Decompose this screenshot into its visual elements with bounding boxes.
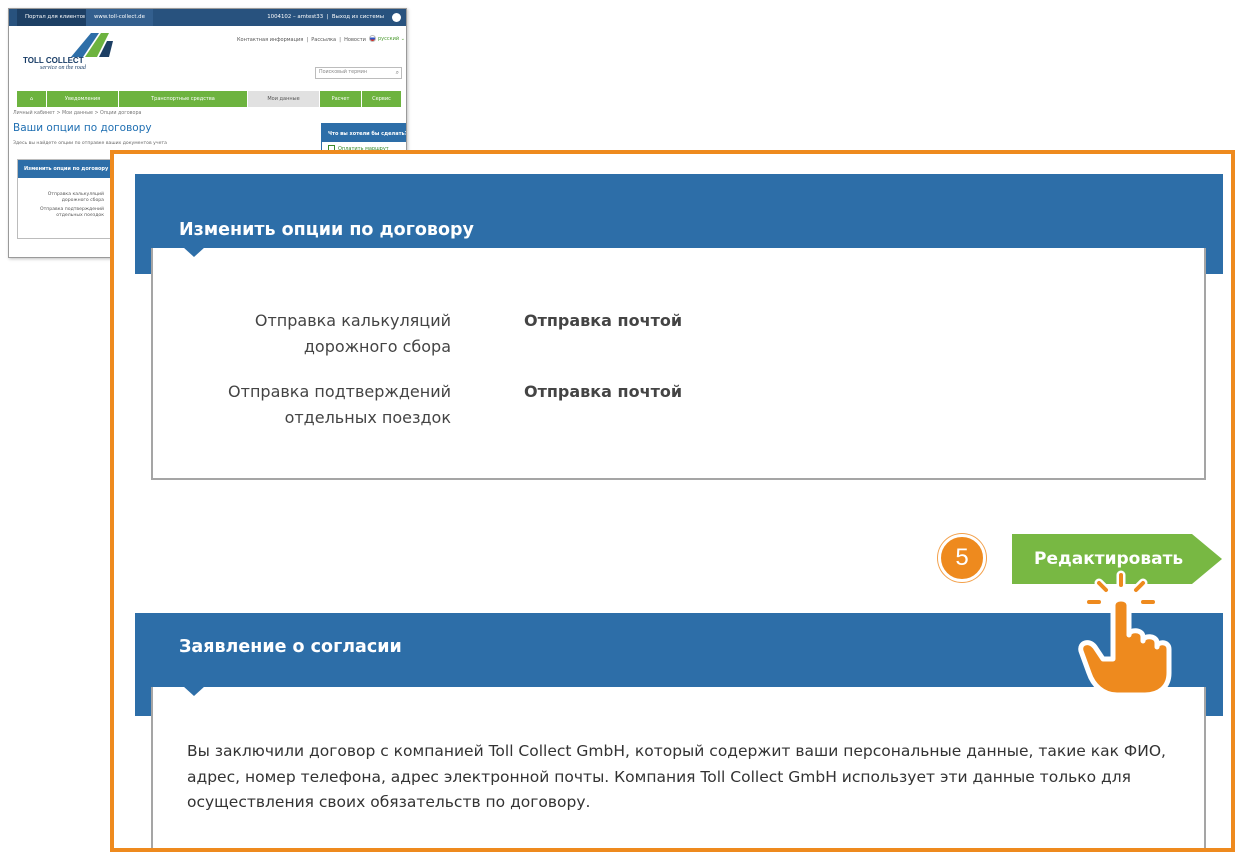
site-tab[interactable]: www.toll-collect.de [85,9,153,26]
step-number-badge: 5 [938,534,986,582]
zoom-callout: Изменить опции по договору Отправка каль… [110,150,1235,852]
sidebar-title: Что вы хотели бы сделать? [322,124,406,142]
section-title: Изменить опции по договору [179,220,474,240]
contact-link[interactable]: Контактная информация [237,37,303,43]
logo-tagline: service on the road [40,65,86,71]
consent-text: Вы заключили договор с компанией Toll Co… [187,742,1166,811]
nav-service[interactable]: Сервис [362,91,402,107]
option-label-line: отдельных поездок [284,408,451,427]
newsletter-link[interactable]: Рассылка [311,37,336,43]
home-nav-icon[interactable]: ⌂ [17,91,47,107]
portal-tab[interactable]: Портал для клиентов [17,9,95,26]
option-value: Отправка почтой [524,382,683,401]
box-line: отдельных поездок [56,213,104,218]
search-input[interactable]: Поисковый термин ⌕ [315,67,402,79]
option-label: Отправка подтверждений отдельных поездок [191,379,451,431]
main-nav: ⌂ Уведомления Транспортные средства Мои … [17,91,402,107]
header-links: Контактная информация | Рассылка | Новос… [237,37,366,43]
logo-name: TOLL COLLECT [23,56,84,65]
nav-my-data[interactable]: Мои данные [248,91,320,107]
breadcrumb: Личный кабинет > Мои данные > Опции дого… [13,111,142,116]
option-label-line: дорожного сбора [303,337,451,356]
user-icon[interactable] [392,13,401,22]
toll-collect-logo-icon [71,33,113,57]
option-value: Отправка почтой [524,311,683,330]
page-subtitle: Здесь вы найдете опции по отправке ваших… [13,141,167,146]
nav-calculation[interactable]: Расчет [320,91,362,107]
search-placeholder: Поисковый термин [319,70,368,75]
logout-link[interactable]: Выход из системы [332,14,384,20]
card-notch [183,247,205,257]
option-label-line: Отправка подтверждений [228,382,451,401]
page-title: Ваши опции по договору [13,122,152,134]
top-bar: Портал для клиентов www.toll-collect.de … [9,9,406,26]
card-notch [183,686,205,696]
russian-flag-icon [369,35,376,42]
nav-vehicles[interactable]: Транспортные средства [119,91,248,107]
option-label-line: Отправка калькуляций [254,311,451,330]
nav-notifications[interactable]: Уведомления [47,91,119,107]
language-label: русский [378,36,400,42]
tap-hand-icon [1078,570,1172,698]
consent-card: Вы заключили договор с компанией Toll Co… [151,686,1206,848]
language-selector[interactable]: русский ⌄ [369,35,405,42]
contract-options-card: Отправка калькуляций дорожного сбора Отп… [151,247,1206,480]
section-title: Заявление о согласии [179,637,402,657]
contract-options-box-thumb: Изменить опции по договору Отправка каль… [17,159,115,239]
box-title: Изменить опции по договору [18,160,114,178]
option-label: Отправка калькуляций дорожного сбора [191,308,451,360]
user-id: 1004102 – amtest33 [267,14,324,20]
search-icon[interactable]: ⌕ [396,69,399,77]
user-logout[interactable]: 1004102 – amtest33 | Выход из системы [267,9,384,26]
news-link[interactable]: Новости [344,37,366,43]
